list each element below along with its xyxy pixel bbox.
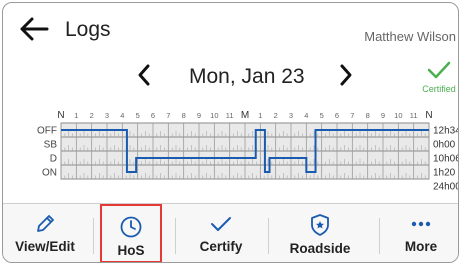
page-title: Logs: [65, 18, 111, 41]
hour-label: 10: [210, 111, 218, 120]
status-total: 1h20: [433, 168, 456, 179]
hour-label: 3: [289, 111, 293, 120]
hour-label: 2: [274, 111, 278, 120]
hour-label: 4: [304, 111, 308, 120]
hour-label: 4: [120, 111, 124, 120]
divider: [268, 218, 269, 254]
more-dots-icon: [411, 221, 431, 227]
tab-certify[interactable]: Certify: [185, 204, 257, 262]
hour-label: 6: [335, 111, 339, 120]
status-label: ON: [42, 168, 57, 179]
pencil-icon: [37, 215, 54, 232]
hour-label: 6: [151, 111, 155, 120]
hour-label: M: [241, 110, 249, 121]
tab-roadside[interactable]: Roadside: [275, 204, 365, 262]
divider: [379, 218, 380, 254]
bottom-toolbar: View/Edit HoS Certify Roadside More: [3, 203, 458, 262]
hour-label: 2: [90, 111, 94, 120]
tab-label: More: [404, 239, 438, 254]
hour-label: 7: [166, 111, 170, 120]
log-date: Mon, Jan 23: [189, 65, 305, 88]
status-total: 0h00: [433, 140, 456, 151]
chevron-left-icon: [138, 64, 150, 86]
checkmark-icon: [211, 217, 231, 231]
status-total: 10h06: [433, 154, 458, 165]
hour-label: N: [425, 110, 432, 121]
hour-label: 9: [197, 111, 201, 120]
clock-icon: [120, 216, 142, 238]
tab-label: Roadside: [289, 241, 351, 256]
hour-label: N: [57, 110, 64, 121]
status-total: 24h00: [433, 182, 458, 193]
hour-label: 1: [258, 111, 262, 120]
previous-day-button[interactable]: [136, 63, 152, 92]
status-label: SB: [44, 140, 58, 151]
badge-icon: [311, 214, 329, 236]
divider: [175, 218, 176, 254]
hour-label: 10: [394, 111, 402, 120]
hour-label: 5: [136, 111, 140, 120]
certified-status: Certified: [419, 59, 458, 94]
tab-more[interactable]: More: [388, 204, 454, 262]
hour-label: 1: [74, 111, 78, 120]
chevron-right-icon: [340, 64, 352, 86]
back-button[interactable]: [19, 17, 49, 46]
header: Logs Matthew Wilson: [3, 3, 458, 53]
hour-label: 8: [366, 111, 370, 120]
arrow-left-icon: [20, 17, 49, 41]
divider: [93, 218, 94, 254]
logs-screen: Logs Matthew Wilson Mon, Jan 23 Certifie…: [2, 2, 459, 263]
status-label: OFF: [37, 126, 57, 137]
next-day-button[interactable]: [338, 63, 354, 92]
hour-label: 3: [105, 111, 109, 120]
hour-label: 9: [381, 111, 385, 120]
tab-hos[interactable]: HoS: [100, 204, 162, 262]
certified-label: Certified: [422, 84, 456, 94]
date-navigator: Mon, Jan 23 Certified: [3, 55, 458, 95]
hour-label: 5: [320, 111, 324, 120]
tab-label: Certify: [199, 239, 243, 254]
hour-label: 7: [350, 111, 354, 120]
status-label: D: [50, 154, 57, 165]
user-name: Matthew Wilson: [364, 29, 456, 44]
tab-view-edit[interactable]: View/Edit: [9, 204, 81, 262]
tab-label: HoS: [117, 243, 145, 258]
status-total: 12h34: [433, 126, 458, 137]
checkmark-icon: [427, 61, 451, 79]
hour-label: 8: [182, 111, 186, 120]
tab-label: View/Edit: [15, 239, 75, 254]
hour-label: 11: [226, 111, 234, 120]
hos-log-graph: N 1 2 3 4 5 6 7 8 9 10 11 M 1 2 3 4 5 6 7 8 9 10 11 NOFFSBDON12h…: [37, 110, 458, 193]
hour-label: 11: [410, 111, 418, 120]
